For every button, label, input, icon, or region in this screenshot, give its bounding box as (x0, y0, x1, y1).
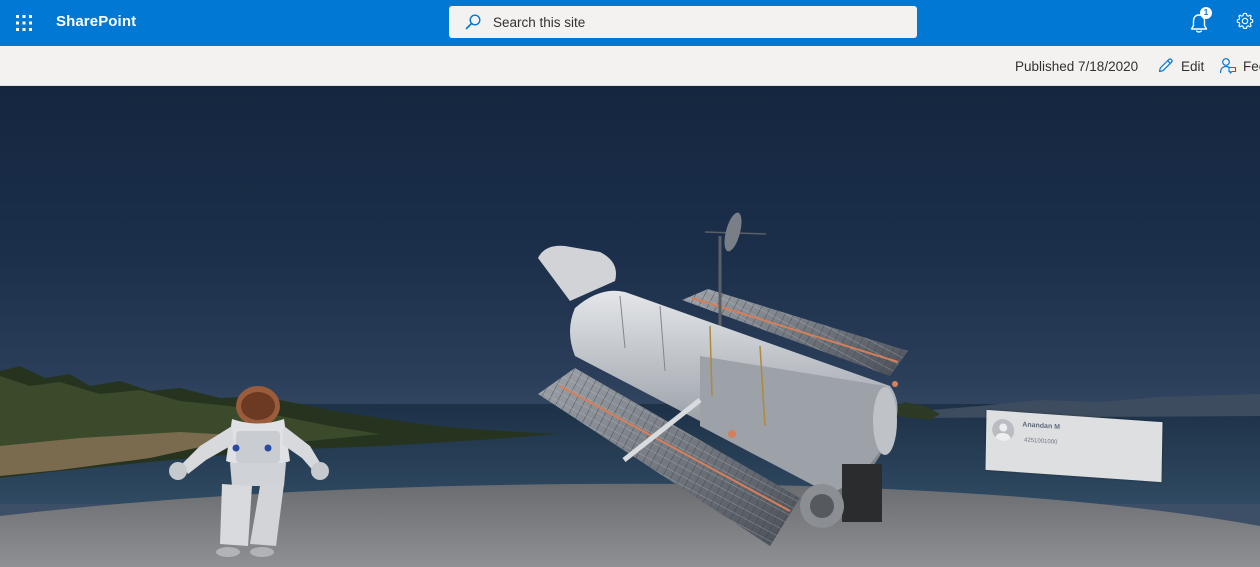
search-placeholder: Search this site (493, 15, 586, 30)
search-icon (465, 14, 481, 35)
edit-label: Edit (1181, 59, 1205, 74)
contact-card[interactable]: Anandan M 4251001000 (985, 409, 1163, 483)
pencil-icon (1158, 58, 1173, 73)
space-3d-viewport[interactable]: Anandan M 4251001000 (0, 86, 1260, 567)
feedback-label: Fee (1243, 59, 1260, 74)
search-input[interactable]: Search this site (449, 6, 917, 38)
suite-bar: SharePoint Search this site 1 (0, 0, 1260, 46)
feedback-button[interactable]: Fee (1219, 55, 1260, 77)
published-date: Published 7/18/2020 (1015, 59, 1139, 74)
avatar (992, 418, 1015, 442)
settings-gear-icon[interactable] (1236, 12, 1256, 32)
page-command-bar: Published 7/18/2020 Edit Fee (0, 46, 1260, 86)
feedback-person-icon (1219, 58, 1237, 74)
contact-name: Anandan M (1022, 421, 1061, 432)
app-title[interactable]: SharePoint (56, 13, 136, 30)
scene-svg (0, 212, 1260, 567)
contact-phone: 4251001000 (1023, 437, 1058, 446)
app-launcher-icon[interactable] (12, 11, 36, 35)
notification-badge: 1 (1200, 7, 1212, 19)
person-avatar-icon (995, 423, 1012, 442)
